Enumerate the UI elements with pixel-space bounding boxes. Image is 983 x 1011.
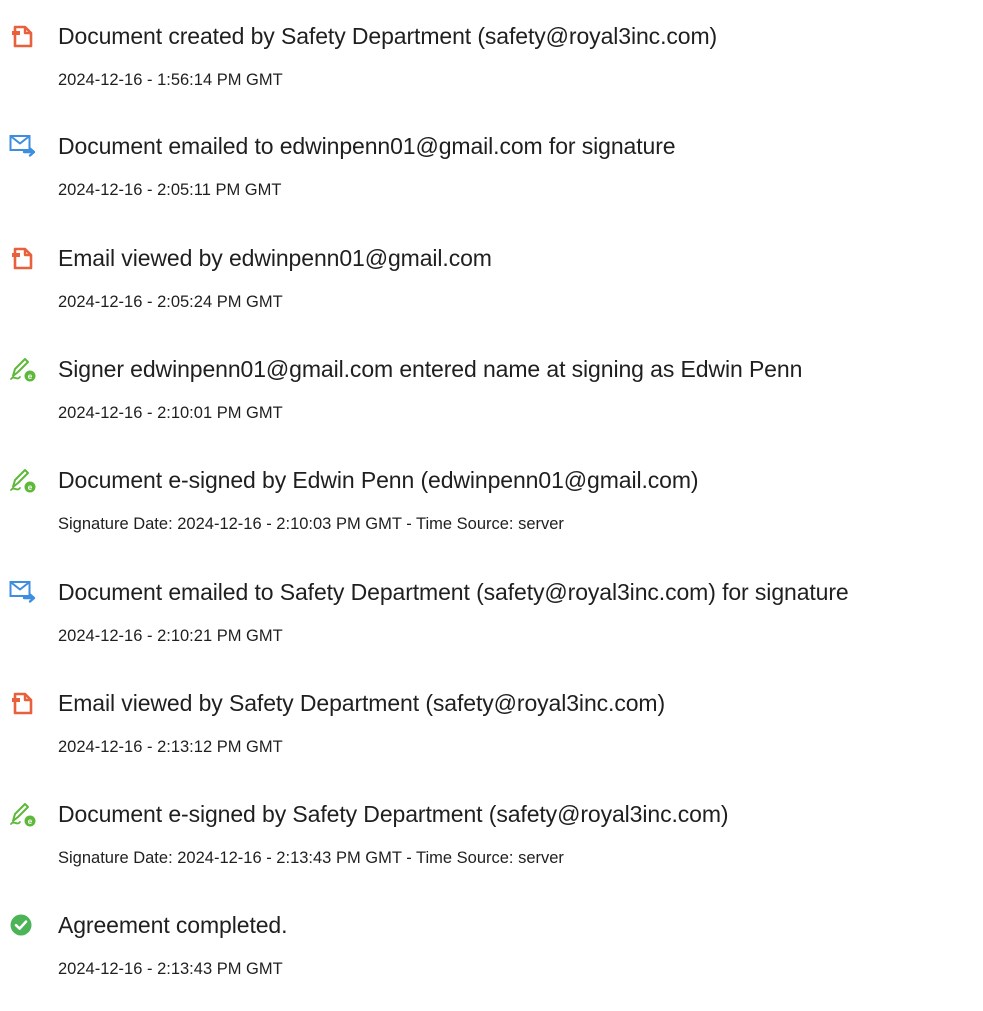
event-title: Email viewed by edwinpenn01@gmail.com (58, 245, 492, 271)
email-icon (9, 132, 37, 160)
event-timestamp: 2024-12-16 - 2:05:11 PM GMT (58, 181, 282, 199)
document-icon (9, 244, 37, 272)
event-timestamp: Signature Date: 2024-12-16 - 2:13:43 PM … (58, 849, 564, 867)
audit-event: Email viewed by edwinpenn01@gmail.com 20… (0, 244, 983, 344)
event-title: Document emailed to Safety Department (s… (58, 579, 849, 605)
email-icon (9, 578, 37, 606)
svg-text:e: e (28, 817, 33, 826)
svg-text:e: e (28, 372, 33, 381)
audit-event: Document created by Safety Department (s… (0, 22, 983, 122)
event-timestamp: 2024-12-16 - 2:13:43 PM GMT (58, 960, 283, 978)
pen-sign-icon: e (9, 466, 37, 494)
audit-event: e Document e-signed by Safety Department… (0, 800, 983, 900)
pen-sign-icon: e (9, 800, 37, 828)
svg-text:e: e (28, 483, 33, 492)
event-title: Document emailed to edwinpenn01@gmail.co… (58, 133, 676, 159)
audit-event: e Signer edwinpenn01@gmail.com entered n… (0, 355, 983, 455)
event-title: Document e-signed by Safety Department (… (58, 801, 729, 827)
audit-event: Document emailed to Safety Department (s… (0, 578, 983, 678)
audit-event: e Document e-signed by Edwin Penn (edwin… (0, 466, 983, 566)
event-title: Signer edwinpenn01@gmail.com entered nam… (58, 356, 803, 382)
event-timestamp: 2024-12-16 - 2:05:24 PM GMT (58, 293, 283, 311)
event-timestamp: Signature Date: 2024-12-16 - 2:10:03 PM … (58, 515, 564, 533)
event-timestamp: 2024-12-16 - 1:56:14 PM GMT (58, 71, 283, 89)
event-timestamp: 2024-12-16 - 2:13:12 PM GMT (58, 738, 283, 756)
event-title: Document e-signed by Edwin Penn (edwinpe… (58, 467, 699, 493)
event-timestamp: 2024-12-16 - 2:10:01 PM GMT (58, 404, 283, 422)
audit-event: Document emailed to edwinpenn01@gmail.co… (0, 132, 983, 232)
event-title: Document created by Safety Department (s… (58, 23, 718, 49)
document-icon (9, 22, 37, 50)
audit-event: Agreement completed. 2024-12-16 - 2:13:4… (0, 911, 983, 1011)
pen-sign-icon: e (9, 355, 37, 383)
event-timestamp: 2024-12-16 - 2:10:21 PM GMT (58, 627, 283, 645)
event-title: Email viewed by Safety Department (safet… (58, 690, 666, 716)
document-icon (9, 689, 37, 717)
check-circle-icon (9, 911, 37, 939)
event-title: Agreement completed. (58, 912, 288, 938)
audit-event: Email viewed by Safety Department (safet… (0, 689, 983, 789)
